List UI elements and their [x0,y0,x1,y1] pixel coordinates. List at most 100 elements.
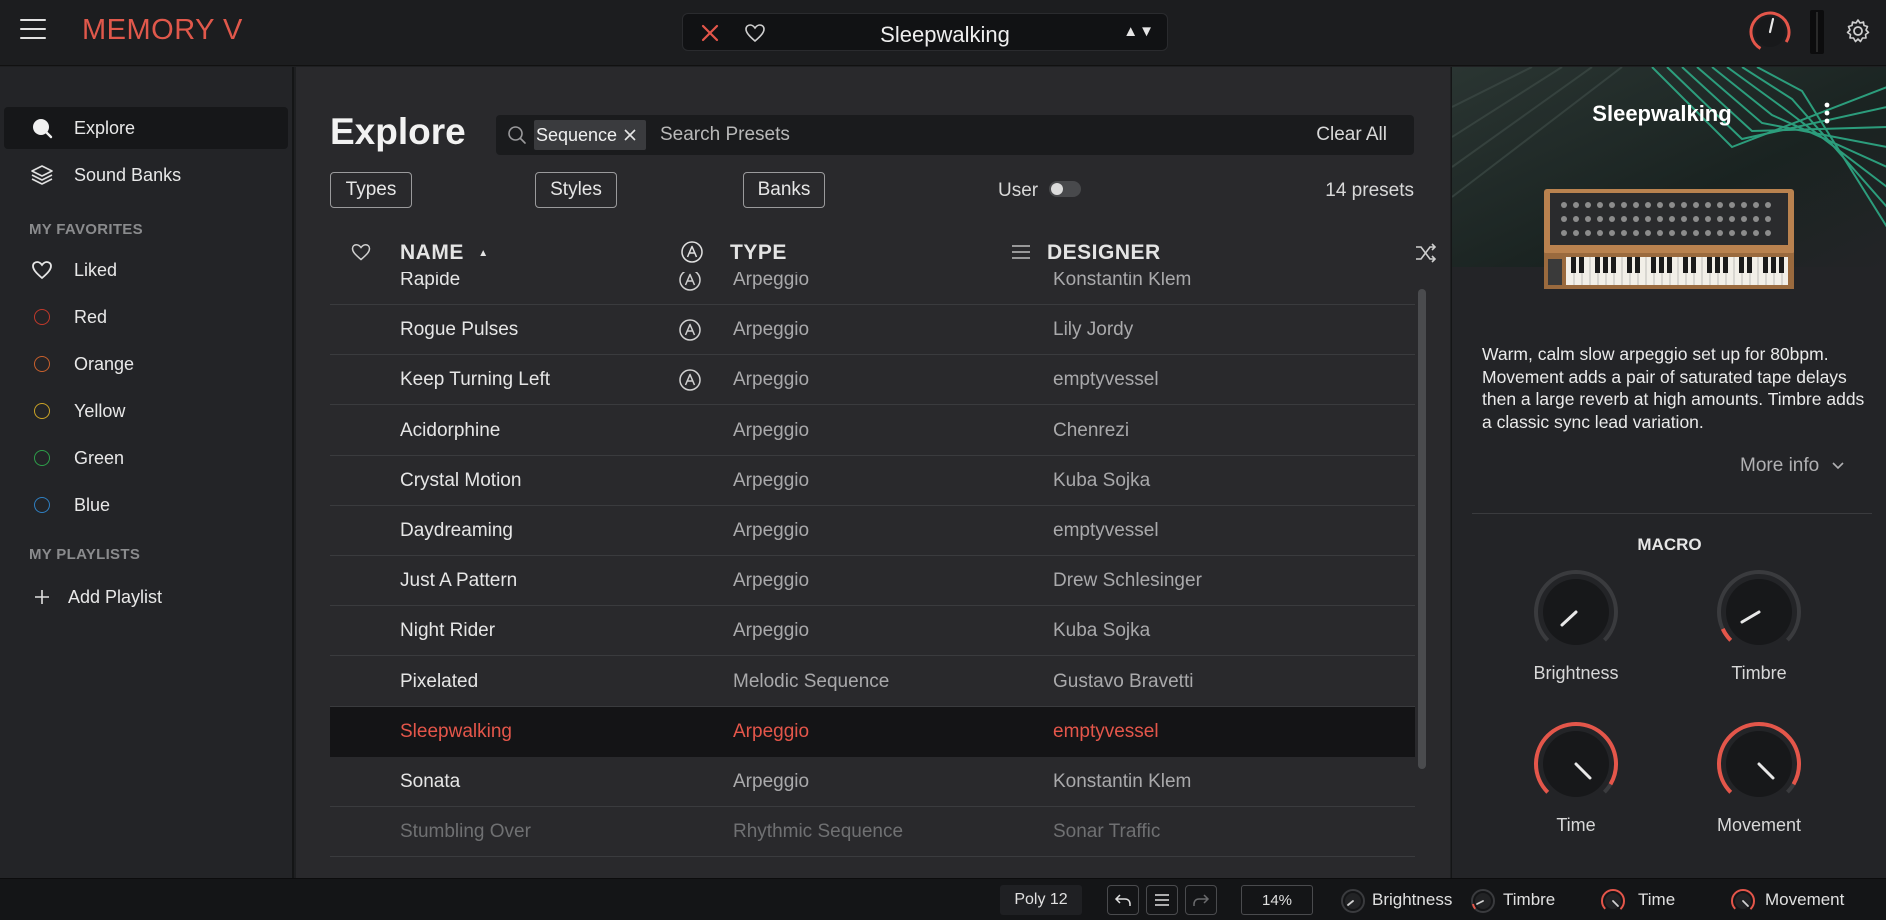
movement-macro-knob[interactable]: Movement [1699,719,1819,836]
sidebar-item-yellow[interactable]: Yellow [0,390,288,432]
sidebar-item-label: Explore [74,117,136,138]
time-mini-label: Time [1638,890,1676,909]
more-options-icon[interactable] [1817,98,1837,128]
banks-filter-button[interactable]: Banks [743,172,825,208]
preset-row[interactable]: Sleepwalking Arpeggio emptyvessel [330,706,1415,757]
preset-name: Acidorphine [400,419,501,441]
remove-tag-icon[interactable] [622,127,638,143]
layers-icon [28,163,56,187]
heart-icon[interactable] [350,242,372,262]
user-filter-label: User [998,180,1039,201]
scrollbar[interactable] [1418,289,1426,769]
orange-dot-icon [28,352,56,376]
sidebar-item-explore[interactable]: Explore [4,107,288,149]
preset-row[interactable]: Keep Turning Left Arpeggio emptyvessel [330,355,1415,406]
search-input[interactable] [660,121,1260,149]
timbre-macro-knob[interactable]: Timbre [1699,567,1819,684]
preset-browser-bar[interactable]: Sleepwalking ▲▼ [682,13,1168,51]
designer-column-header[interactable]: DESIGNER [1047,241,1161,265]
movement-mini-knob[interactable] [1730,888,1756,914]
knob-dial[interactable] [1531,719,1621,809]
types-filter-button[interactable]: Types [330,172,412,208]
brightness-mini-knob[interactable] [1340,888,1366,914]
shuffle-icon[interactable] [1414,242,1438,264]
user-toggle[interactable] [1049,181,1081,197]
heart-icon[interactable] [743,22,767,44]
knob-dial[interactable] [1714,719,1804,809]
knob-dial[interactable] [1531,567,1621,657]
sidebar-item-red[interactable]: Red [0,296,288,338]
sidebar-item-sound-banks[interactable]: Sound Banks [0,154,288,196]
preset-designer: Lily Jordy [1053,319,1134,341]
preset-type: Arpeggio [733,469,810,491]
time-mini-knob[interactable] [1600,888,1626,914]
preset-type: Arpeggio [733,570,810,592]
preset-designer: Drew Schlesinger [1053,570,1202,592]
preset-type: Arpeggio [733,771,810,792]
master-volume-knob[interactable] [1746,8,1794,56]
more-info-button[interactable]: More info [1740,455,1845,477]
playlists-heading: MY PLAYLISTS [29,546,141,563]
brightness-macro-knob[interactable]: Brightness [1516,567,1636,684]
preset-row[interactable]: Daydreaming Arpeggio emptyvessel [330,506,1415,556]
divider [1472,513,1872,514]
arturia-logo-icon[interactable] [680,240,704,264]
preset-designer: emptyvessel [1053,720,1159,742]
sidebar-item-liked[interactable]: Liked [0,249,288,291]
list-icon[interactable] [1010,243,1032,261]
undo-button[interactable] [1107,885,1139,915]
redo-button[interactable] [1185,885,1217,915]
menu-icon[interactable] [20,19,46,41]
styles-filter-button[interactable]: Styles [535,172,617,208]
preset-row[interactable]: Just A Pattern Arpeggio Drew Schlesinger [330,556,1415,607]
arturia-factory-icon [679,369,701,392]
history-button[interactable] [1146,885,1178,915]
preset-name: Crystal Motion [400,469,522,491]
preset-row[interactable]: Acidorphine Arpeggio Chenrezi [330,406,1415,456]
knob-dial[interactable] [1714,567,1804,657]
sidebar-item-label: Green [74,447,125,468]
green-dot-icon [28,446,56,470]
preset-row[interactable]: Sonata Arpeggio Konstantin Klem [330,757,1415,807]
search-bar[interactable]: Sequence Clear All [496,115,1414,155]
preset-info-panel: Sleepwalking Warm, calm slow arpeggio se… [1451,67,1886,878]
undo-icon [1114,894,1131,906]
preset-row[interactable]: Night Rider Arpeggio Kuba Sojka [330,606,1415,657]
knob-label: Brightness [1533,663,1619,683]
clear-all-button[interactable]: Clear All [1316,124,1387,146]
add-playlist-button[interactable]: Add Playlist [0,576,288,618]
type-column-header[interactable]: TYPE [730,241,787,265]
gear-icon[interactable] [1844,17,1872,45]
arturia-factory-icon [679,272,701,291]
preset-row[interactable]: Stumbling Over Rhythmic Sequence Sonar Tra… [330,807,1415,858]
knob-label: Timbre [1731,663,1787,683]
preset-row[interactable]: Crystal Motion Arpeggio Kuba Sojka [330,456,1415,506]
sidebar-item-blue[interactable]: Blue [0,484,288,526]
preset-name: Stumbling Over [400,821,531,843]
sidebar-item-orange[interactable]: Orange [0,343,288,385]
list-icon [1155,894,1169,906]
polyphony-button[interactable]: Poly 12 [1000,885,1082,915]
yellow-dot-icon [28,399,56,423]
sidebar-item-label: Liked [74,259,118,280]
time-macro-knob[interactable]: Time [1516,719,1636,836]
preset-designer: emptyvessel [1053,369,1159,391]
main-browser: Explore Sequence Clear All Types Styles … [296,67,1450,878]
preset-row[interactable]: Rogue Pulses Arpeggio Lily Jordy [330,305,1415,356]
filter-tag[interactable]: Sequence [534,120,646,150]
preset-row[interactable]: Pixelated Melodic Sequence Gustavo Bravett… [330,657,1415,707]
top-bar: MEMORY V Sleepwalking ▲▼ [0,0,1886,66]
sidebar-item-label: Blue [74,494,111,515]
preset-type: Arpeggio [733,720,810,742]
preset-nav-arrows[interactable]: ▲▼ [1123,23,1155,40]
close-icon[interactable] [697,20,723,46]
sidebar-item-green[interactable]: Green [0,437,288,479]
preset-count: 14 presets [1325,180,1414,201]
preset-designer: Kuba Sojka [1053,469,1151,491]
current-preset-name[interactable]: Sleepwalking [783,22,1107,48]
app-title: MEMORY V [82,14,243,46]
timbre-mini-knob[interactable] [1470,888,1496,914]
name-column-header[interactable]: NAME ▲ [400,241,489,265]
preset-row[interactable]: Rapide Arpeggio Konstantin Klem [330,272,1415,305]
filter-tag-label: Sequence [536,124,618,145]
